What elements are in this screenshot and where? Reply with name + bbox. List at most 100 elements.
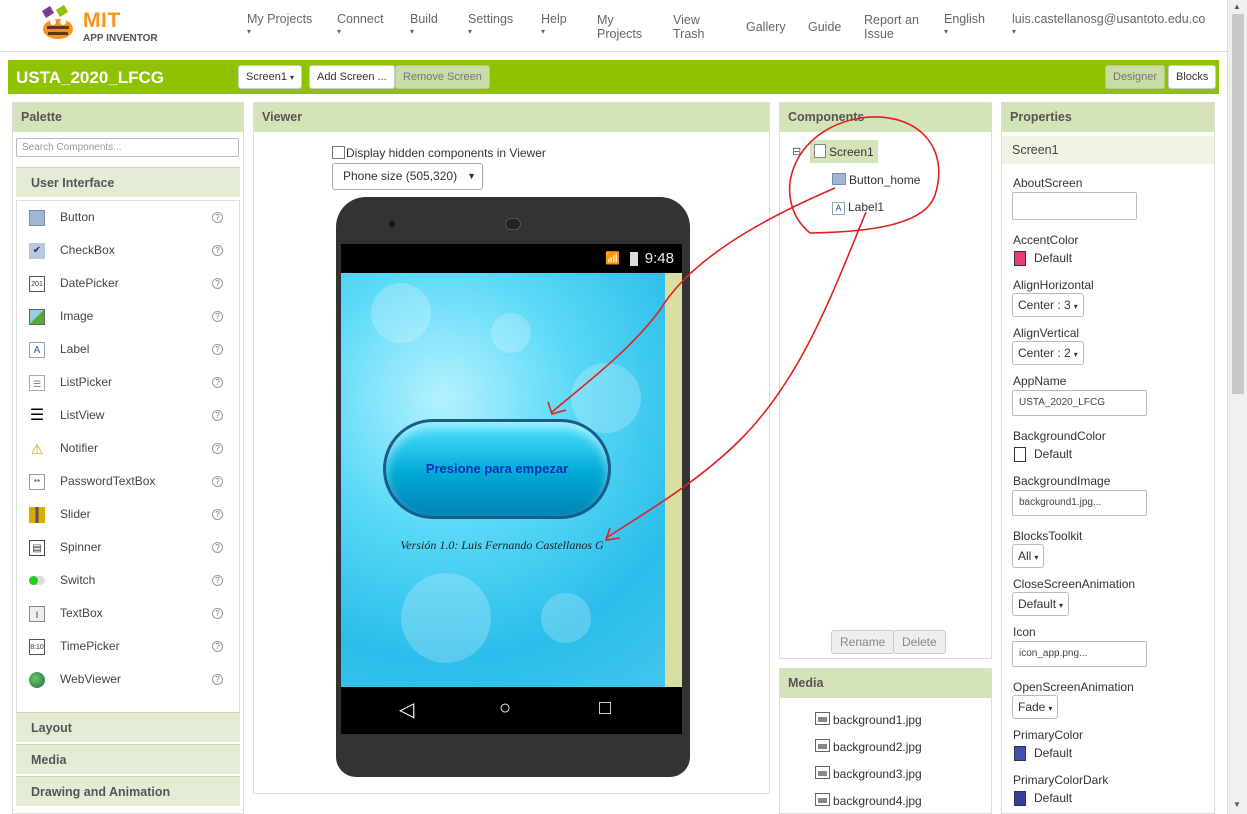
scrollbar-thumb[interactable] <box>1232 14 1244 394</box>
help-icon[interactable]: ? <box>212 476 223 487</box>
page-scrollbar[interactable]: ▲ ▼ <box>1227 0 1247 814</box>
primary-color-swatch[interactable] <box>1014 746 1026 761</box>
palette-item-listview[interactable]: ☰ ListView? <box>17 399 239 432</box>
blocks-button[interactable]: Blocks <box>1168 65 1217 89</box>
label1[interactable]: Versión 1.0: Luis Fernando Castellanos G <box>341 538 663 553</box>
recents-icon[interactable]: □ <box>599 697 611 720</box>
media-file[interactable]: background3.jpg <box>815 766 922 781</box>
nav-language-menu[interactable]: English ▾ <box>944 12 985 37</box>
palette-item-timepicker[interactable]: 8:10 TimePicker? <box>17 630 239 663</box>
media-file[interactable]: background2.jpg <box>815 739 922 754</box>
home-icon[interactable]: ○ <box>499 697 511 720</box>
screen1-canvas[interactable]: Presione para empezar Versión 1.0: Luis … <box>341 273 682 687</box>
help-icon[interactable]: ? <box>212 245 223 256</box>
nav-build-menu[interactable]: Build ▾ <box>410 12 438 37</box>
accent-color-swatch[interactable] <box>1014 251 1026 266</box>
media-file[interactable]: background1.jpg <box>815 712 922 727</box>
help-icon[interactable]: ? <box>212 410 223 421</box>
help-icon[interactable]: ? <box>212 575 223 586</box>
palette-item-slider[interactable]: Slider? <box>17 498 239 531</box>
background-bubble <box>541 593 591 643</box>
remove-screen-button[interactable]: Remove Screen <box>395 65 490 89</box>
palette-item-webviewer[interactable]: WebViewer? <box>17 663 239 696</box>
nav-my-projects-line1: My <box>597 13 614 27</box>
nav-settings-menu[interactable]: Settings ▾ <box>468 12 513 37</box>
accent-color-value[interactable]: Default <box>1034 251 1072 265</box>
palette-item-label[interactable]: A Label? <box>17 333 239 366</box>
tree-item-screen1[interactable]: Screen1 <box>810 140 878 163</box>
media-file[interactable]: background4.jpg <box>815 793 922 808</box>
app-name-input[interactable]: USTA_2020_LFCG <box>1012 390 1147 416</box>
primary-dark-value[interactable]: Default <box>1034 791 1072 805</box>
about-screen-textarea[interactable] <box>1012 192 1137 220</box>
mit-logo[interactable]: MIT APP INVENTOR <box>36 5 161 45</box>
nav-report-line2: Issue <box>864 27 894 41</box>
palette-item-datepicker[interactable]: 201 DatePicker? <box>17 267 239 300</box>
palette-item-listpicker[interactable]: ☰ ListPicker? <box>17 366 239 399</box>
nav-gallery-link[interactable]: Gallery <box>746 20 786 34</box>
help-icon[interactable]: ? <box>212 608 223 619</box>
open-animation-select[interactable]: Fade ▾ <box>1012 695 1059 719</box>
nav-my-projects-link[interactable]: My Projects <box>597 13 642 41</box>
help-icon[interactable]: ? <box>212 443 223 454</box>
category-layout[interactable]: Layout <box>16 712 240 742</box>
bg-image-picker[interactable]: background1.jpg... <box>1012 490 1147 516</box>
align-horizontal-select[interactable]: Center : 3 ▾ <box>1012 293 1084 317</box>
align-vertical-value: Center : 2 <box>1018 346 1071 360</box>
close-animation-select[interactable]: Default ▾ <box>1012 592 1070 616</box>
palette-item-checkbox[interactable]: ✔ CheckBox? <box>17 234 239 267</box>
tree-item-label1[interactable]: A Label1 <box>832 200 884 215</box>
delete-button[interactable]: Delete <box>893 630 946 654</box>
nav-help-menu[interactable]: Help ▾ <box>541 12 567 37</box>
scroll-up-icon[interactable]: ▲ <box>1233 2 1241 11</box>
icon-picker[interactable]: icon_app.png... <box>1012 641 1147 667</box>
blocks-toolkit-select[interactable]: All ▾ <box>1012 544 1045 568</box>
primary-dark-swatch[interactable] <box>1014 791 1026 806</box>
nav-my-projects-menu[interactable]: My Projects ▾ <box>247 12 312 37</box>
prop-label-icon: Icon <box>1013 625 1036 639</box>
help-icon[interactable]: ? <box>212 212 223 223</box>
palette-item-textbox[interactable]: I TextBox? <box>17 597 239 630</box>
nav-connect-menu[interactable]: Connect ▾ <box>337 12 384 37</box>
help-icon[interactable]: ? <box>212 278 223 289</box>
button-home[interactable]: Presione para empezar <box>383 419 611 519</box>
help-icon[interactable]: ? <box>212 542 223 553</box>
phone-size-select[interactable]: Phone size (505,320) ▼ <box>332 163 483 190</box>
help-icon[interactable]: ? <box>212 344 223 355</box>
palette-item-notifier[interactable]: ⚠ Notifier? <box>17 432 239 465</box>
align-vertical-select[interactable]: Center : 2 ▾ <box>1012 341 1084 365</box>
category-media[interactable]: Media <box>16 744 240 774</box>
nav-user-menu[interactable]: luis.castellanosg@usantoto.edu.co ▾ <box>1012 12 1205 37</box>
add-screen-button[interactable]: Add Screen ... <box>309 65 395 89</box>
bg-color-value[interactable]: Default <box>1034 447 1072 461</box>
nav-report-issue-link[interactable]: Report an Issue <box>864 13 919 41</box>
designer-button[interactable]: Designer <box>1105 65 1166 89</box>
hidden-components-checkbox[interactable] <box>332 146 345 159</box>
palette-item-switch[interactable]: Switch? <box>17 564 239 597</box>
nav-view-trash-line2: Trash <box>673 27 705 41</box>
collapse-icon[interactable]: ⊟ <box>792 145 801 158</box>
rename-button[interactable]: Rename <box>831 630 895 654</box>
help-icon[interactable]: ? <box>212 509 223 520</box>
palette-search-input[interactable]: Search Components... <box>16 138 239 157</box>
tree-item-button-home[interactable]: Button_home <box>832 173 920 187</box>
screen-select-dropdown[interactable]: Screen1 ▾ <box>238 65 303 89</box>
help-icon[interactable]: ? <box>212 311 223 322</box>
palette-item-image[interactable]: Image? <box>17 300 239 333</box>
palette-item-passwordtextbox[interactable]: ** PasswordTextBox? <box>17 465 239 498</box>
scroll-down-icon[interactable]: ▼ <box>1233 800 1241 809</box>
bg-color-swatch[interactable] <box>1014 447 1026 462</box>
category-drawing-animation[interactable]: Drawing and Animation <box>16 776 240 806</box>
hidden-components-toggle[interactable]: Display hidden components in Viewer <box>332 146 546 160</box>
align-horizontal-value: Center : 3 <box>1018 298 1071 312</box>
palette-item-spinner[interactable]: ▤ Spinner? <box>17 531 239 564</box>
nav-view-trash-link[interactable]: View Trash <box>673 13 705 41</box>
primary-color-value[interactable]: Default <box>1034 746 1072 760</box>
palette-item-button[interactable]: Button? <box>17 201 239 234</box>
back-icon[interactable]: ◁ <box>399 697 414 722</box>
help-icon[interactable]: ? <box>212 674 223 685</box>
category-user-interface[interactable]: User Interface <box>16 167 240 197</box>
nav-guide-link[interactable]: Guide <box>808 20 841 34</box>
help-icon[interactable]: ? <box>212 377 223 388</box>
help-icon[interactable]: ? <box>212 641 223 652</box>
